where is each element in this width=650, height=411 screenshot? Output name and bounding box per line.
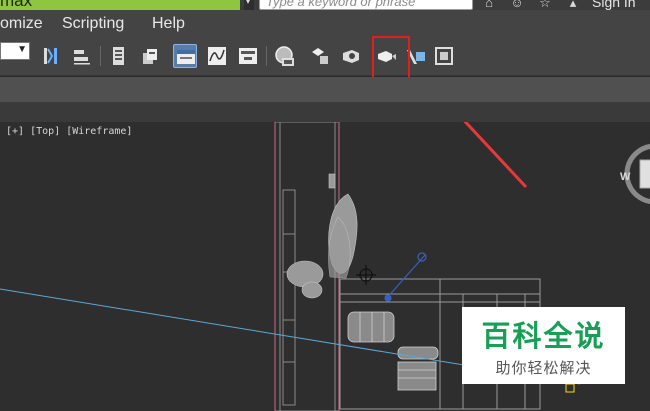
schematic-view-icon[interactable] [236, 44, 260, 68]
chevron-down-icon: ▾ [246, 0, 251, 6]
annotation-arrow [463, 122, 528, 189]
menu-customize[interactable]: omize [0, 15, 43, 33]
rendered-frame-window-icon[interactable] [340, 44, 364, 68]
watermark: 百科全说 助你轻松解决 [462, 307, 625, 384]
toolbar-divider [266, 46, 267, 66]
viewcube [624, 143, 650, 205]
layer-manager-icon[interactable] [107, 44, 131, 68]
select-and-link-icon[interactable] [40, 44, 64, 68]
basket-object [347, 311, 439, 391]
user-account-icon[interactable]: ▴ [565, 0, 581, 10]
sign-in-button[interactable]: Sign In [592, 0, 636, 10]
chevron-down-icon: ▼ [17, 44, 27, 55]
material-editor-icon[interactable] [273, 44, 297, 68]
menu-bar: omize Scripting Help [0, 10, 650, 38]
search-placeholder: Type a keyword or phrase [266, 0, 416, 9]
viewcube-letter[interactable]: W [620, 171, 631, 183]
menu-help[interactable]: Help [152, 15, 185, 33]
selection-set-dropdown[interactable]: ▼ [0, 42, 30, 60]
ribbon-panel [0, 102, 650, 122]
app-title-area: max [0, 0, 240, 10]
viewport-label[interactable]: [+] [Top] [Wireframe] [6, 126, 132, 137]
watermark-title: 百科全说 [481, 321, 606, 353]
main-toolbar: ▼ [0, 38, 650, 76]
transform-gizmo [356, 265, 376, 285]
watermark-subtitle: 助你轻松解决 [495, 360, 592, 377]
app-title: max [0, 0, 33, 10]
toggle-ribbon-icon[interactable] [173, 44, 197, 68]
toolbar-divider [100, 46, 101, 66]
menu-scripting[interactable]: Scripting [62, 15, 124, 33]
align-icon[interactable] [70, 44, 94, 68]
home-icon[interactable]: ⌂ [481, 0, 497, 10]
ribbon-strip [0, 77, 650, 102]
curve-editor-icon[interactable] [205, 44, 229, 68]
title-bar: max ▾ Type a keyword or phrase ⌂ ☺ ☆ ▴ S… [0, 0, 650, 10]
render-activeshade-icon[interactable] [432, 44, 456, 68]
render-setup-icon[interactable] [308, 44, 332, 68]
star-icon[interactable]: ☆ [537, 0, 553, 10]
selection-gizmo [565, 383, 575, 393]
title-dropdown-button[interactable]: ▾ [244, 0, 254, 10]
search-input[interactable]: Type a keyword or phrase [259, 0, 473, 10]
user-icon[interactable]: ☺ [509, 0, 525, 10]
scene-explorer-icon[interactable] [138, 44, 162, 68]
